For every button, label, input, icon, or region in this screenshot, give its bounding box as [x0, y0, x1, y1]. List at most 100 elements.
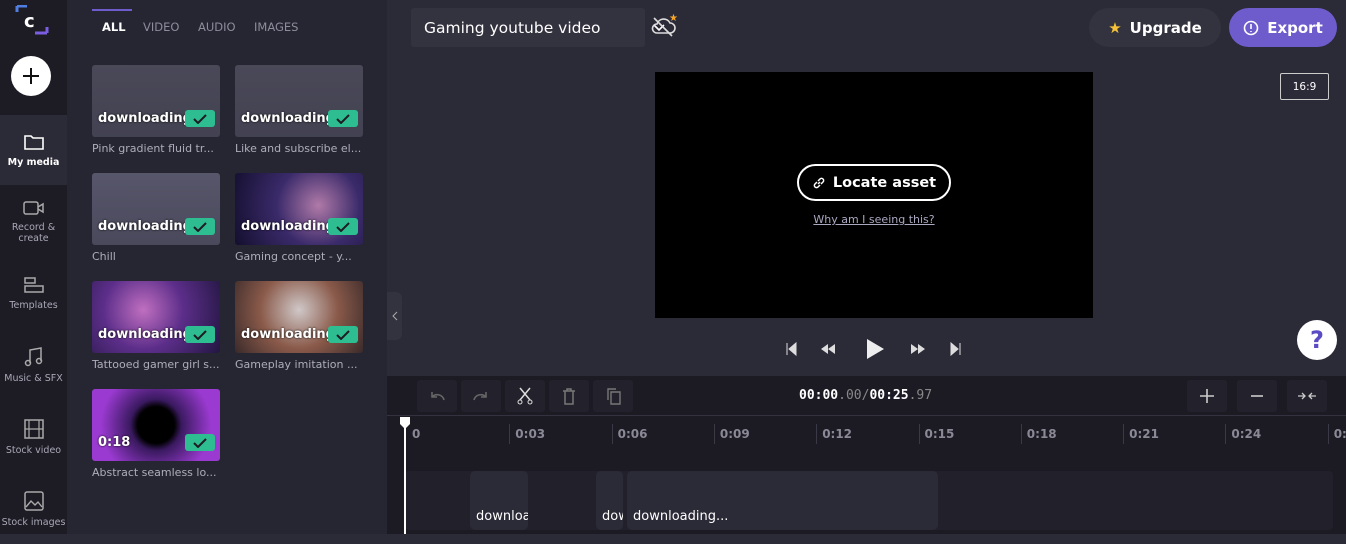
check-icon: [185, 110, 215, 127]
aspect-ratio-button[interactable]: 16:9: [1280, 73, 1329, 100]
ruler-tick: 0:12: [816, 424, 852, 444]
media-caption: Gaming concept - y...: [235, 250, 352, 263]
tab-images[interactable]: IMAGES: [254, 20, 298, 34]
minus-icon: [1251, 395, 1263, 397]
ruler-tick: 0:21: [1123, 424, 1159, 444]
total-frac: .97: [908, 388, 933, 403]
locate-asset-label: Locate asset: [832, 174, 937, 191]
skip-back-icon[interactable]: [785, 342, 797, 356]
sidebar-item-my-media[interactable]: My media: [0, 115, 67, 185]
project-title: Gaming youtube video: [424, 18, 601, 37]
delete-button[interactable]: [549, 380, 589, 412]
media-thumbnail[interactable]: downloading...: [92, 281, 220, 353]
ruler-tick: 0:18: [1020, 424, 1057, 444]
media-card[interactable]: downloading... Gaming concept - y...: [235, 173, 363, 263]
left-rail: c My media Record & create Templates Mus…: [0, 0, 67, 534]
media-card[interactable]: 0:18 Abstract seamless lo...: [92, 389, 220, 479]
ruler-tick: 0:24: [1225, 424, 1261, 444]
locate-asset-button[interactable]: Locate asset: [797, 164, 951, 201]
sidebar-item-label: Templates: [9, 299, 58, 311]
svg-text:c: c: [24, 11, 35, 32]
upgrade-label: Upgrade: [1129, 18, 1202, 37]
check-icon: [328, 326, 358, 343]
media-thumbnail[interactable]: downloading...: [235, 173, 363, 245]
redo-icon: [473, 392, 487, 401]
ruler-tick: 0:03: [509, 424, 545, 444]
music-icon: [24, 346, 42, 366]
media-thumbnail[interactable]: downloading...: [92, 65, 220, 137]
media-thumbnail[interactable]: downloading...: [235, 65, 363, 137]
media-thumbnail[interactable]: downloading...: [92, 173, 220, 245]
camera-icon: [22, 201, 44, 215]
image-icon: [23, 490, 44, 511]
check-icon: [185, 326, 215, 343]
plus-icon: [23, 68, 39, 84]
help-button[interactable]: ?: [1297, 320, 1337, 360]
undo-icon: [431, 392, 445, 401]
chevron-left-icon: [391, 311, 397, 321]
fit-button[interactable]: [1287, 380, 1327, 412]
redo-button[interactable]: [461, 380, 501, 412]
media-card[interactable]: downloading... Like and subscribe el...: [235, 65, 363, 155]
timeline-clip[interactable]: downloading...: [470, 471, 528, 530]
timeline: 00:00.00/00:25.97 0 0:03 0:06 0:09 0:12 0:15 0…: [387, 376, 1346, 534]
tab-video[interactable]: VIDEO: [143, 20, 179, 34]
total-time: 00:25: [869, 388, 909, 403]
sidebar-item-stock-video[interactable]: Stock video: [0, 402, 67, 472]
scissors-icon: [517, 387, 533, 405]
skip-forward-icon[interactable]: [950, 342, 962, 356]
export-icon: [1243, 20, 1259, 35]
zoom-out-button[interactable]: [1237, 380, 1277, 412]
media-panel: ALL VIDEO AUDIO IMAGES downloading... Pin…: [67, 0, 387, 534]
sidebar-item-label: Music & SFX: [4, 372, 63, 384]
create-button[interactable]: [11, 56, 51, 96]
media-caption: Tattooed gamer girl s...: [92, 358, 220, 371]
timecode: 00:00.00/00:25.97: [799, 388, 932, 403]
sidebar-item-record[interactable]: Record & create: [0, 187, 67, 257]
playhead[interactable]: [404, 418, 406, 534]
media-caption: Abstract seamless lo...: [92, 466, 217, 479]
media-thumbnail[interactable]: 0:18: [92, 389, 220, 461]
check-icon: [328, 218, 358, 235]
zoom-in-button[interactable]: [1187, 380, 1227, 412]
fast-forward-icon[interactable]: [910, 342, 926, 356]
folder-icon: [23, 134, 44, 150]
current-frac: .00: [838, 388, 862, 403]
duplicate-icon: [607, 388, 621, 405]
why-link[interactable]: Why am I seeing this?: [655, 213, 1093, 226]
templates-icon: [23, 276, 44, 293]
media-card[interactable]: downloading... Pink gradient fluid tr...: [92, 65, 220, 155]
collapse-panel-button[interactable]: [387, 292, 402, 340]
timeline-clip[interactable]: downloading...: [596, 471, 623, 530]
playhead-handle[interactable]: [399, 416, 411, 430]
cloud-sync-icon[interactable]: ★: [650, 12, 678, 38]
split-button[interactable]: [505, 380, 545, 412]
ruler-tick: 0:27: [1327, 424, 1346, 444]
sidebar-item-label: Stock video: [5, 444, 62, 456]
export-label: Export: [1267, 18, 1323, 37]
fit-icon: [1298, 392, 1316, 400]
media-thumbnail[interactable]: downloading...: [235, 281, 363, 353]
tab-audio[interactable]: AUDIO: [198, 20, 236, 34]
rewind-icon[interactable]: [820, 342, 836, 356]
play-icon[interactable]: [864, 337, 886, 361]
media-card[interactable]: downloading... Gameplay imitation ...: [235, 281, 363, 371]
media-card[interactable]: downloading... Chill: [92, 173, 220, 263]
project-title-input[interactable]: Gaming youtube video: [411, 8, 665, 47]
undo-button[interactable]: [417, 380, 457, 412]
timeline-clip[interactable]: downloading...: [627, 471, 938, 530]
check-icon: [328, 110, 358, 127]
upgrade-button[interactable]: ★ Upgrade: [1089, 8, 1221, 47]
sidebar-item-music[interactable]: Music & SFX: [0, 330, 67, 400]
duplicate-button[interactable]: [593, 380, 633, 412]
sidebar-item-label: Stock images: [1, 516, 66, 528]
ruler-tick: 0:06: [611, 424, 647, 444]
ruler-tick: 0:15: [918, 424, 954, 444]
tab-all[interactable]: ALL: [102, 20, 126, 34]
plus-icon: [1200, 389, 1214, 403]
export-button[interactable]: Export: [1229, 8, 1337, 47]
media-card[interactable]: downloading... Tattooed gamer girl s...: [92, 281, 220, 371]
sidebar-item-templates[interactable]: Templates: [0, 258, 67, 328]
sidebar-item-label: Record & create: [11, 222, 56, 244]
clipchamp-logo: c: [14, 4, 50, 39]
